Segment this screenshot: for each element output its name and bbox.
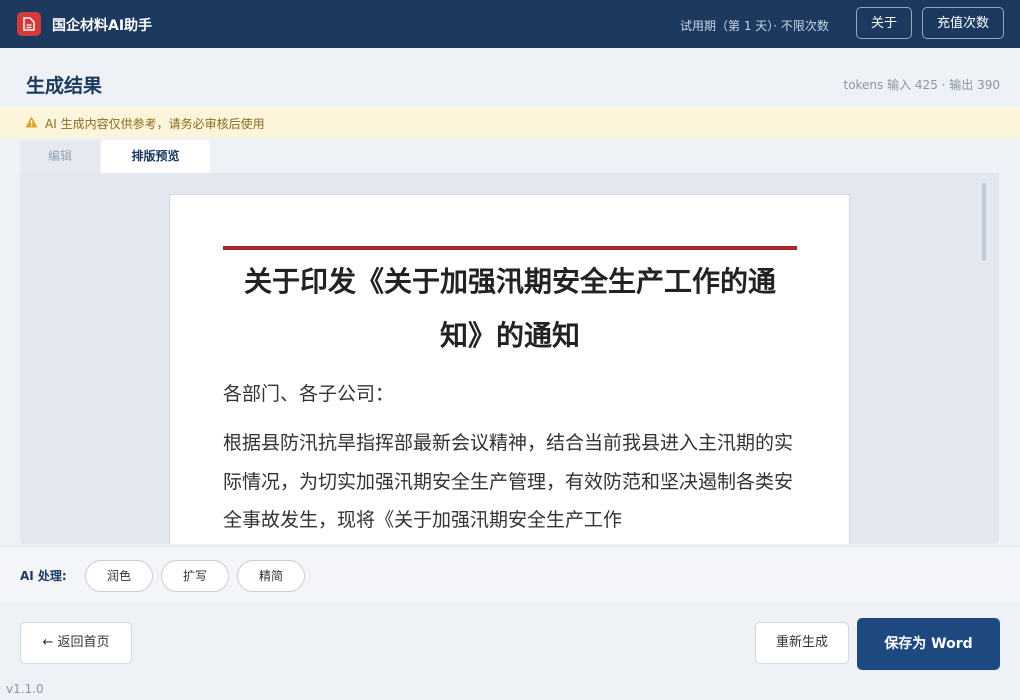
- document-title: 关于印发《关于加强汛期安全生产工作的通知》的通知: [243, 265, 776, 352]
- token-usage: tokens 输入 425 · 输出 390: [843, 78, 1000, 92]
- polish-button[interactable]: 润色: [85, 560, 153, 592]
- document-body: 各部门、各子公司： 根据县防汛抗旱指挥部最新会议精神，结合当前我县进入主汛期的实…: [223, 381, 797, 540]
- warning-icon: [25, 116, 38, 128]
- recharge-button[interactable]: 充值次数: [922, 7, 1004, 39]
- red-header-rule: [223, 246, 797, 250]
- back-home-button[interactable]: ← 返回首页: [20, 622, 132, 664]
- app-title: 国企材料AI助手: [52, 18, 153, 34]
- ai-tools-label: AI 处理:: [20, 569, 67, 583]
- document-page: 关于印发《关于加强汛期安全生产工作的通知》的通知 各部门、各子公司： 根据县防汛…: [169, 194, 850, 544]
- condense-button[interactable]: 精简: [237, 560, 305, 592]
- trial-status: 试用期（第 1 天）· 不限次数: [680, 19, 829, 33]
- document-salutation: 各部门、各子公司：: [223, 383, 395, 405]
- ai-tools-row: AI 处理: 润色 扩写 精简: [0, 546, 1020, 604]
- top-bar: 国企材料AI助手 试用期（第 1 天）· 不限次数 关于 充值次数: [0, 0, 1020, 48]
- save-as-word-button[interactable]: 保存为 Word: [857, 618, 1000, 670]
- tab-edit[interactable]: 编辑: [20, 140, 100, 173]
- document-paragraph: 根据县防汛抗旱指挥部最新会议精神，结合当前我县进入主汛期的实际情况，为切实加强汛…: [223, 432, 794, 531]
- regenerate-button[interactable]: 重新生成: [755, 622, 849, 664]
- expand-button[interactable]: 扩写: [161, 560, 229, 592]
- warning-banner: AI 生成内容仅供参考，请务必审核后使用: [0, 107, 1020, 138]
- about-button[interactable]: 关于: [856, 7, 912, 39]
- page-title: 生成结果: [26, 75, 103, 97]
- version-label: v1.1.0: [6, 682, 44, 696]
- preview-pane: 关于印发《关于加强汛期安全生产工作的通知》的通知 各部门、各子公司： 根据县防汛…: [20, 173, 999, 544]
- tab-layout-preview[interactable]: 排版预览: [101, 140, 210, 173]
- scrollbar[interactable]: [982, 183, 986, 261]
- bottom-bar: ← 返回首页 重新生成 保存为 Word: [0, 603, 1020, 679]
- document-logo-icon: [17, 12, 41, 36]
- warning-text: AI 生成内容仅供参考，请务必审核后使用: [45, 117, 265, 131]
